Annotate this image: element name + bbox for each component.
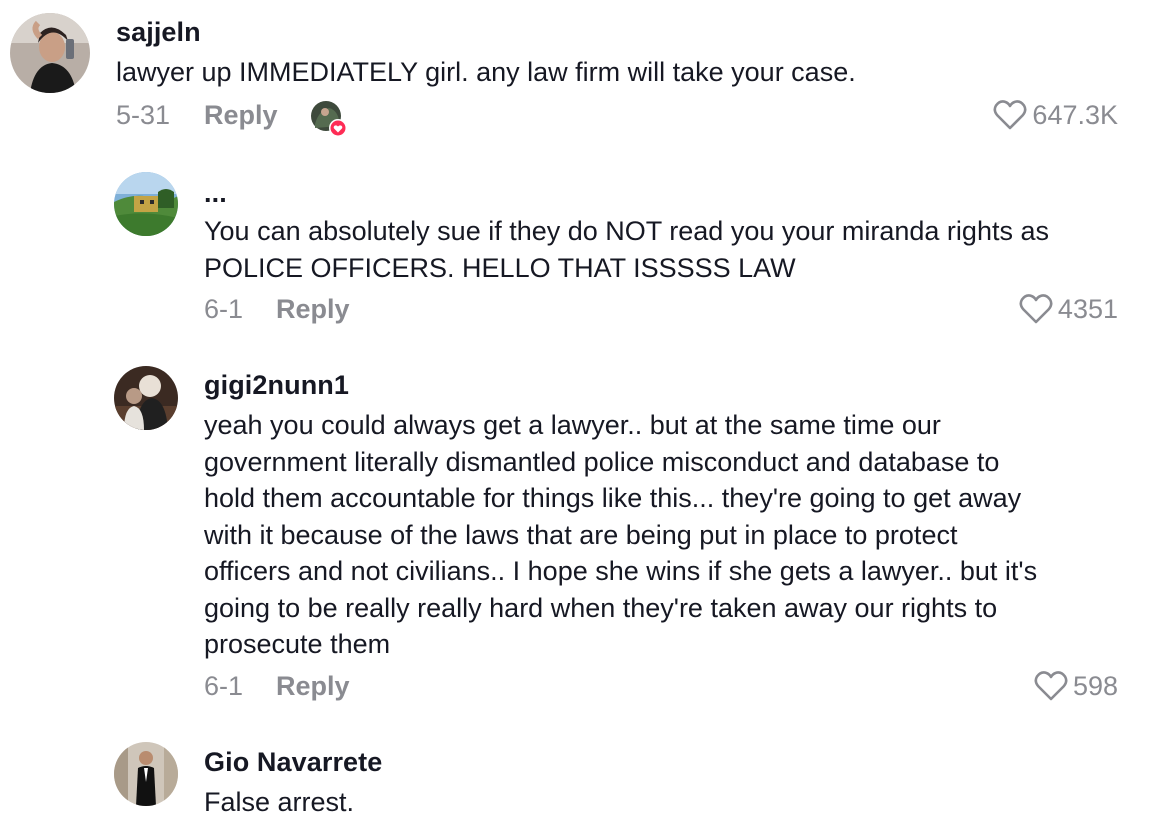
reply-comment-item: Gio Navarrete False arrest. — [0, 720, 1154, 822]
avatar[interactable] — [114, 366, 178, 430]
creator-liked-badge — [309, 100, 347, 138]
comment-username[interactable]: ... — [204, 178, 227, 209]
like-button[interactable]: 598 — [1033, 669, 1118, 703]
like-button[interactable]: 647.3K — [992, 98, 1118, 132]
heart-icon — [1019, 294, 1053, 324]
reply-button[interactable]: Reply — [276, 294, 350, 325]
avatar[interactable] — [114, 742, 178, 806]
reply-comment-item: ... You can absolutely sue if they do NO… — [0, 150, 1154, 340]
reply-comment-item: gigi2nunn1 yeah you could always get a l… — [0, 340, 1154, 720]
like-count: 4351 — [1057, 293, 1118, 324]
like-count: 647.3K — [1032, 99, 1118, 130]
comment-text: yeah you could always get a lawyer.. but… — [204, 410, 1038, 659]
comment-text: False arrest. — [204, 787, 355, 817]
comment-username[interactable]: sajjeln — [116, 17, 201, 48]
comment-username[interactable]: Gio Navarrete — [204, 747, 382, 778]
comment-username[interactable]: gigi2nunn1 — [204, 370, 349, 401]
like-button[interactable]: 4351 — [1018, 292, 1118, 326]
creator-avatar-icon — [311, 101, 347, 137]
comment-date: 5-31 — [116, 100, 171, 130]
comment-date: 6-1 — [204, 294, 244, 324]
comment-text: You can absolutely sue if they do NOT re… — [204, 216, 1049, 283]
reply-button[interactable]: Reply — [276, 671, 350, 702]
avatar[interactable] — [10, 13, 90, 93]
heart-icon — [1034, 671, 1068, 701]
comment-date: 6-1 — [204, 671, 244, 701]
like-count: 598 — [1072, 670, 1118, 701]
avatar[interactable] — [114, 172, 178, 236]
reply-button[interactable]: Reply — [204, 100, 278, 131]
comment-text: lawyer up IMMEDIATELY girl. any law firm… — [116, 57, 856, 87]
heart-icon — [993, 100, 1027, 130]
comment-item: sajjeln lawyer up IMMEDIATELY girl. any … — [0, 0, 1154, 150]
